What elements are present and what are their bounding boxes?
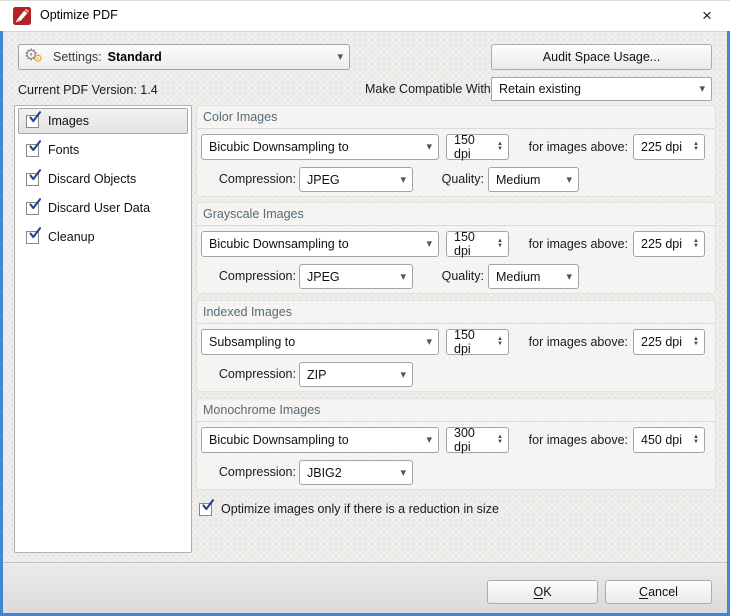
chevron-down-icon: ▾ [400,173,406,186]
audit-space-usage-button[interactable]: Audit Space Usage... [491,44,712,70]
sidebar-item-fonts[interactable]: Fonts [18,137,188,163]
make-compatible-label: Make Compatible With: [365,82,494,96]
spinner-arrows-icon[interactable]: ▲▼ [693,337,699,347]
footer-bar: OK Cancel [3,562,727,613]
checkbox-checked-icon[interactable] [26,202,39,215]
quality-label: Quality: [407,269,484,283]
downsample-method-combo[interactable]: Subsampling to ▾ [201,329,439,355]
settings-label: Settings: [53,50,102,64]
separator [197,128,715,129]
optimize-only-label: Optimize images only if there is a reduc… [221,502,499,516]
checkbox-checked-icon[interactable] [26,144,39,157]
section-title: Monochrome Images [203,403,320,417]
compression-label: Compression: [197,269,296,283]
compression-label: Compression: [197,172,296,186]
downsample-method-combo[interactable]: Bicubic Downsampling to ▾ [201,134,439,160]
chevron-down-icon: ▾ [426,237,432,250]
compression-combo[interactable]: ZIP ▾ [299,362,413,387]
compression-label: Compression: [197,465,296,479]
window-title: Optimize PDF [40,8,118,22]
spinner-arrows-icon[interactable]: ▲▼ [693,142,699,152]
chevron-down-icon: ▾ [426,140,432,153]
settings-gear-icon: ⚙ ⚙ [26,48,46,66]
checkbox-checked-icon[interactable] [26,173,39,186]
threshold-dpi-spinner[interactable]: 450 dpi ▲▼ [633,427,705,453]
section-grayscale-images: Grayscale Images Bicubic Downsampling to… [196,202,716,294]
threshold-dpi-spinner[interactable]: 225 dpi ▲▼ [633,231,705,257]
checkbox-checked-icon[interactable] [199,503,212,516]
chevron-down-icon: ▾ [566,270,572,283]
titlebar[interactable]: Optimize PDF × [0,1,730,31]
compression-combo[interactable]: JPEG ▾ [299,264,413,289]
section-indexed-images: Indexed Images Subsampling to ▾ 150 dpi … [196,300,716,392]
spinner-arrows-icon[interactable]: ▲▼ [693,239,699,249]
for-images-above-label: for images above: [495,433,628,447]
chevron-down-icon: ▾ [400,466,406,479]
section-color-images: Color Images Bicubic Downsampling to ▾ 1… [196,105,716,197]
quality-combo[interactable]: Medium ▾ [488,167,579,192]
threshold-dpi-spinner[interactable]: 225 dpi ▲▼ [633,134,705,160]
for-images-above-label: for images above: [495,237,628,251]
spinner-arrows-icon[interactable]: ▲▼ [693,435,699,445]
compression-combo[interactable]: JPEG ▾ [299,167,413,192]
chevron-down-icon: ▾ [426,433,432,446]
category-listbox: Images Fonts Discard Objects Discard Use… [14,105,192,553]
chevron-down-icon: ▾ [337,50,343,63]
ok-button[interactable]: OK [487,580,598,604]
make-compatible-combo[interactable]: Retain existing ▾ [491,77,712,101]
app-icon [13,7,31,25]
separator [197,323,715,324]
chevron-down-icon: ▾ [699,82,705,95]
chevron-down-icon: ▾ [400,270,406,283]
dialog-body: ⚙ ⚙ Settings: Standard ▾ Audit Space Usa… [0,31,730,616]
sidebar-item-discard-user-data[interactable]: Discard User Data [18,195,188,221]
checkbox-checked-icon[interactable] [26,115,39,128]
sidebar-item-images[interactable]: Images [18,108,188,134]
section-title: Grayscale Images [203,207,304,221]
quality-combo[interactable]: Medium ▾ [488,264,579,289]
sidebar-item-cleanup[interactable]: Cleanup [18,224,188,250]
optimize-only-checkbox-row[interactable]: Optimize images only if there is a reduc… [199,502,499,516]
for-images-above-label: for images above: [495,140,628,154]
settings-value: Standard [108,50,162,64]
separator [197,421,715,422]
close-icon[interactable]: × [694,5,720,27]
for-images-above-label: for images above: [495,335,628,349]
compression-combo[interactable]: JBIG2 ▾ [299,460,413,485]
sidebar-item-discard-objects[interactable]: Discard Objects [18,166,188,192]
chevron-down-icon: ▾ [566,173,572,186]
current-pdf-version-text: Current PDF Version: 1.4 [18,83,158,97]
compression-label: Compression: [197,367,296,381]
optimize-pdf-dialog: Optimize PDF × ⚙ ⚙ Settings: Standard ▾ … [0,0,730,616]
section-title: Indexed Images [203,305,292,319]
threshold-dpi-spinner[interactable]: 225 dpi ▲▼ [633,329,705,355]
separator [197,225,715,226]
checkbox-checked-icon[interactable] [26,231,39,244]
section-title: Color Images [203,110,277,124]
chevron-down-icon: ▾ [426,335,432,348]
chevron-down-icon: ▾ [400,368,406,381]
downsample-method-combo[interactable]: Bicubic Downsampling to ▾ [201,427,439,453]
quality-label: Quality: [407,172,484,186]
settings-combo[interactable]: ⚙ ⚙ Settings: Standard ▾ [18,44,350,70]
cancel-button[interactable]: Cancel [605,580,712,604]
section-monochrome-images: Monochrome Images Bicubic Downsampling t… [196,398,716,490]
downsample-method-combo[interactable]: Bicubic Downsampling to ▾ [201,231,439,257]
